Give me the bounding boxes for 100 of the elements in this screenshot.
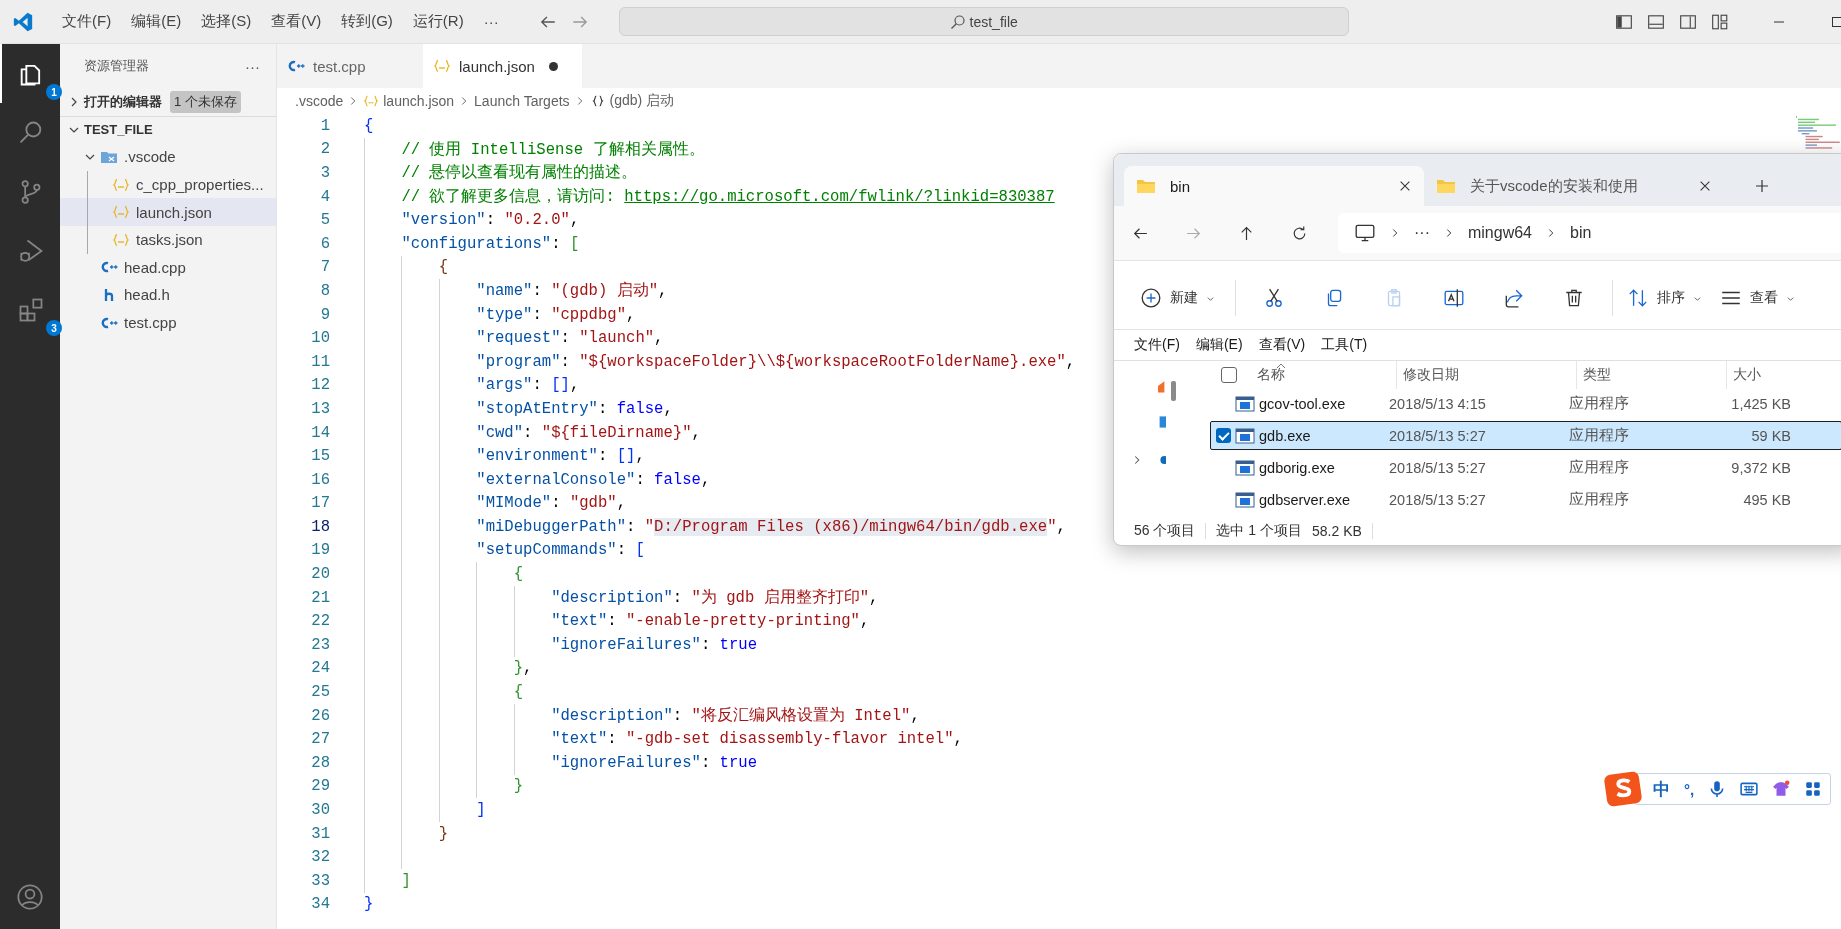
line-number: 18 bbox=[310, 517, 330, 536]
string-literal: "为 gdb 启用整齐打印" bbox=[691, 587, 870, 609]
punctuation-toggle[interactable]: °, bbox=[1684, 780, 1695, 798]
json-key: "request" bbox=[476, 329, 561, 348]
line-number: 21 bbox=[310, 588, 330, 607]
breadcrumb-item[interactable]: (gdb) 启动 bbox=[609, 92, 675, 110]
item-count: 56 个项目 bbox=[1134, 522, 1196, 540]
bracket: { bbox=[513, 565, 524, 584]
menu-item[interactable]: 编辑(E) bbox=[1195, 336, 1243, 354]
menu-item[interactable]: 查看(V) bbox=[1258, 336, 1306, 354]
file-tree-item[interactable]: test.cpp bbox=[60, 308, 276, 337]
line-number: 11 bbox=[310, 352, 330, 371]
line-number: 6 bbox=[319, 234, 330, 253]
section-title[interactable]: TEST_FILE bbox=[84, 122, 153, 138]
json-key: "environment" bbox=[476, 447, 598, 466]
notification-badge: 3 bbox=[46, 320, 62, 336]
code-punctuation: : bbox=[532, 281, 543, 300]
code-punctuation: : bbox=[551, 234, 562, 253]
menu-item[interactable]: 转到(G) bbox=[331, 12, 403, 31]
modified-date: 2018/5/13 5:27 bbox=[1389, 427, 1487, 444]
string-literal: "(gdb) 启动" bbox=[551, 280, 659, 302]
json-key: "ignoreFailures" bbox=[551, 635, 701, 654]
line-number: 29 bbox=[310, 777, 330, 796]
code-punctuation: , bbox=[859, 612, 870, 631]
file-tree-item[interactable]: head.cpp bbox=[60, 253, 276, 282]
menu-item[interactable]: 工具(T) bbox=[1321, 336, 1368, 354]
column-header[interactable]: 修改日期 bbox=[1397, 361, 1577, 389]
sort-button[interactable]: 排序 bbox=[1621, 278, 1714, 318]
code-punctuation: , bbox=[523, 659, 533, 678]
code-punctuation: , bbox=[1065, 352, 1076, 371]
menu-item[interactable]: 编辑(E) bbox=[121, 12, 192, 31]
file-size: 495 KB bbox=[1742, 491, 1791, 508]
editor-tab[interactable]: launch.json bbox=[423, 44, 582, 88]
string-literal: "${workspaceFolder}\\${workspaceRootFolderName}.exe" bbox=[579, 352, 1066, 371]
string-literal: "launch" bbox=[579, 329, 655, 348]
file-row[interactable]: gdborig.exe 2018/5/13 5:27 应用程序 9,372 KB bbox=[1210, 453, 1841, 482]
bracket: ] bbox=[476, 801, 486, 819]
column-header[interactable]: 类型 bbox=[1577, 361, 1727, 389]
column-header[interactable]: 大小 bbox=[1727, 361, 1827, 389]
more-actions-button[interactable]: ··· bbox=[245, 57, 260, 75]
bracket: ] bbox=[401, 871, 411, 890]
code-punctuation: : bbox=[523, 423, 534, 442]
new-button[interactable]: 新建 bbox=[1134, 278, 1227, 318]
line-number: 7 bbox=[319, 258, 330, 277]
file-tree-item[interactable]: tasks.json bbox=[60, 225, 276, 254]
line-number: 15 bbox=[310, 447, 330, 466]
boolean-literal: false bbox=[654, 470, 701, 489]
line-number: 19 bbox=[310, 541, 330, 560]
more-menu[interactable]: ··· bbox=[473, 13, 509, 30]
json-key: "text" bbox=[551, 612, 608, 631]
bracket: [ bbox=[635, 541, 645, 560]
file-tree-item[interactable]: head.h bbox=[60, 281, 276, 309]
line-number: 32 bbox=[310, 848, 330, 867]
string-literal: "cppdbg" bbox=[551, 305, 627, 324]
json-key: "externalConsole" bbox=[476, 470, 636, 489]
chinese-mode-toggle[interactable]: 中 bbox=[1653, 777, 1670, 801]
menu-item[interactable]: 选择(S) bbox=[191, 12, 262, 31]
path-segment[interactable]: ··· bbox=[1414, 224, 1430, 242]
line-number: 34 bbox=[310, 895, 330, 914]
address-bar[interactable]: ··· mingw64 bin bbox=[1338, 213, 1841, 253]
bracket: { bbox=[513, 683, 524, 702]
line-number: 23 bbox=[310, 635, 330, 654]
file-name: gdbserver.exe bbox=[1259, 491, 1352, 508]
column-header[interactable]: 名称 bbox=[1251, 361, 1397, 389]
window-tab[interactable]: 关于vscode的安装和使用 bbox=[1424, 166, 1724, 206]
section-title[interactable]: 打开的编辑器 bbox=[84, 92, 162, 111]
code-punctuation: , bbox=[869, 588, 879, 607]
code-punctuation: : bbox=[700, 753, 712, 772]
selected-text: D:/Program Files (x86)/mingw64/bin/gdb.exe bbox=[654, 517, 1048, 536]
file-tree-item[interactable]: launch.json bbox=[60, 198, 276, 226]
menu-item[interactable]: 文件(F) bbox=[1134, 336, 1180, 354]
code-punctuation: , bbox=[569, 376, 580, 395]
file-tree-item[interactable]: c_cpp_properties... bbox=[60, 170, 276, 199]
breadcrumb-item[interactable]: .vscode bbox=[295, 93, 344, 109]
breadcrumb-item[interactable]: launch.json bbox=[383, 93, 455, 109]
window-tab[interactable]: bin bbox=[1124, 166, 1424, 206]
comment-link[interactable]: https://go.microsoft.com/fwlink/?linkid=830387 bbox=[624, 187, 1055, 206]
file-type: 应用程序 bbox=[1569, 458, 1630, 477]
bracket: { bbox=[364, 116, 374, 135]
line-number: 9 bbox=[319, 305, 330, 324]
command-center-search[interactable]: test_file bbox=[618, 7, 1349, 36]
line-number: 10 bbox=[310, 329, 330, 348]
file-tree-item[interactable]: .vscode bbox=[60, 143, 276, 171]
bracket: { bbox=[438, 258, 449, 277]
breadcrumb-item[interactable]: Launch Targets bbox=[474, 93, 570, 109]
file-row[interactable]: gdb.exe 2018/5/13 5:27 应用程序 59 KB bbox=[1210, 421, 1841, 450]
code-punctuation: , bbox=[616, 494, 627, 513]
menu-item[interactable]: 查看(V) bbox=[261, 12, 332, 31]
string-literal: "-gdb-set disassembly-flavor intel" bbox=[626, 730, 954, 749]
notification-badge: 1 bbox=[46, 84, 62, 100]
view-button[interactable]: 查看 bbox=[1714, 278, 1807, 318]
editor-tab[interactable]: test.cpp bbox=[277, 44, 423, 88]
code-punctuation: : bbox=[672, 588, 684, 607]
path-segment[interactable]: mingw64 bbox=[1468, 224, 1532, 242]
code-punctuation: : bbox=[532, 376, 543, 395]
menu-item[interactable]: 文件(F) bbox=[52, 12, 122, 31]
path-segment[interactable]: bin bbox=[1570, 224, 1592, 242]
file-row[interactable]: gdbserver.exe 2018/5/13 5:27 应用程序 495 KB bbox=[1210, 485, 1841, 514]
menu-item[interactable]: 运行(R) bbox=[402, 12, 474, 31]
file-row[interactable]: gcov-tool.exe 2018/5/13 4:15 应用程序 1,425 KB bbox=[1210, 389, 1841, 418]
